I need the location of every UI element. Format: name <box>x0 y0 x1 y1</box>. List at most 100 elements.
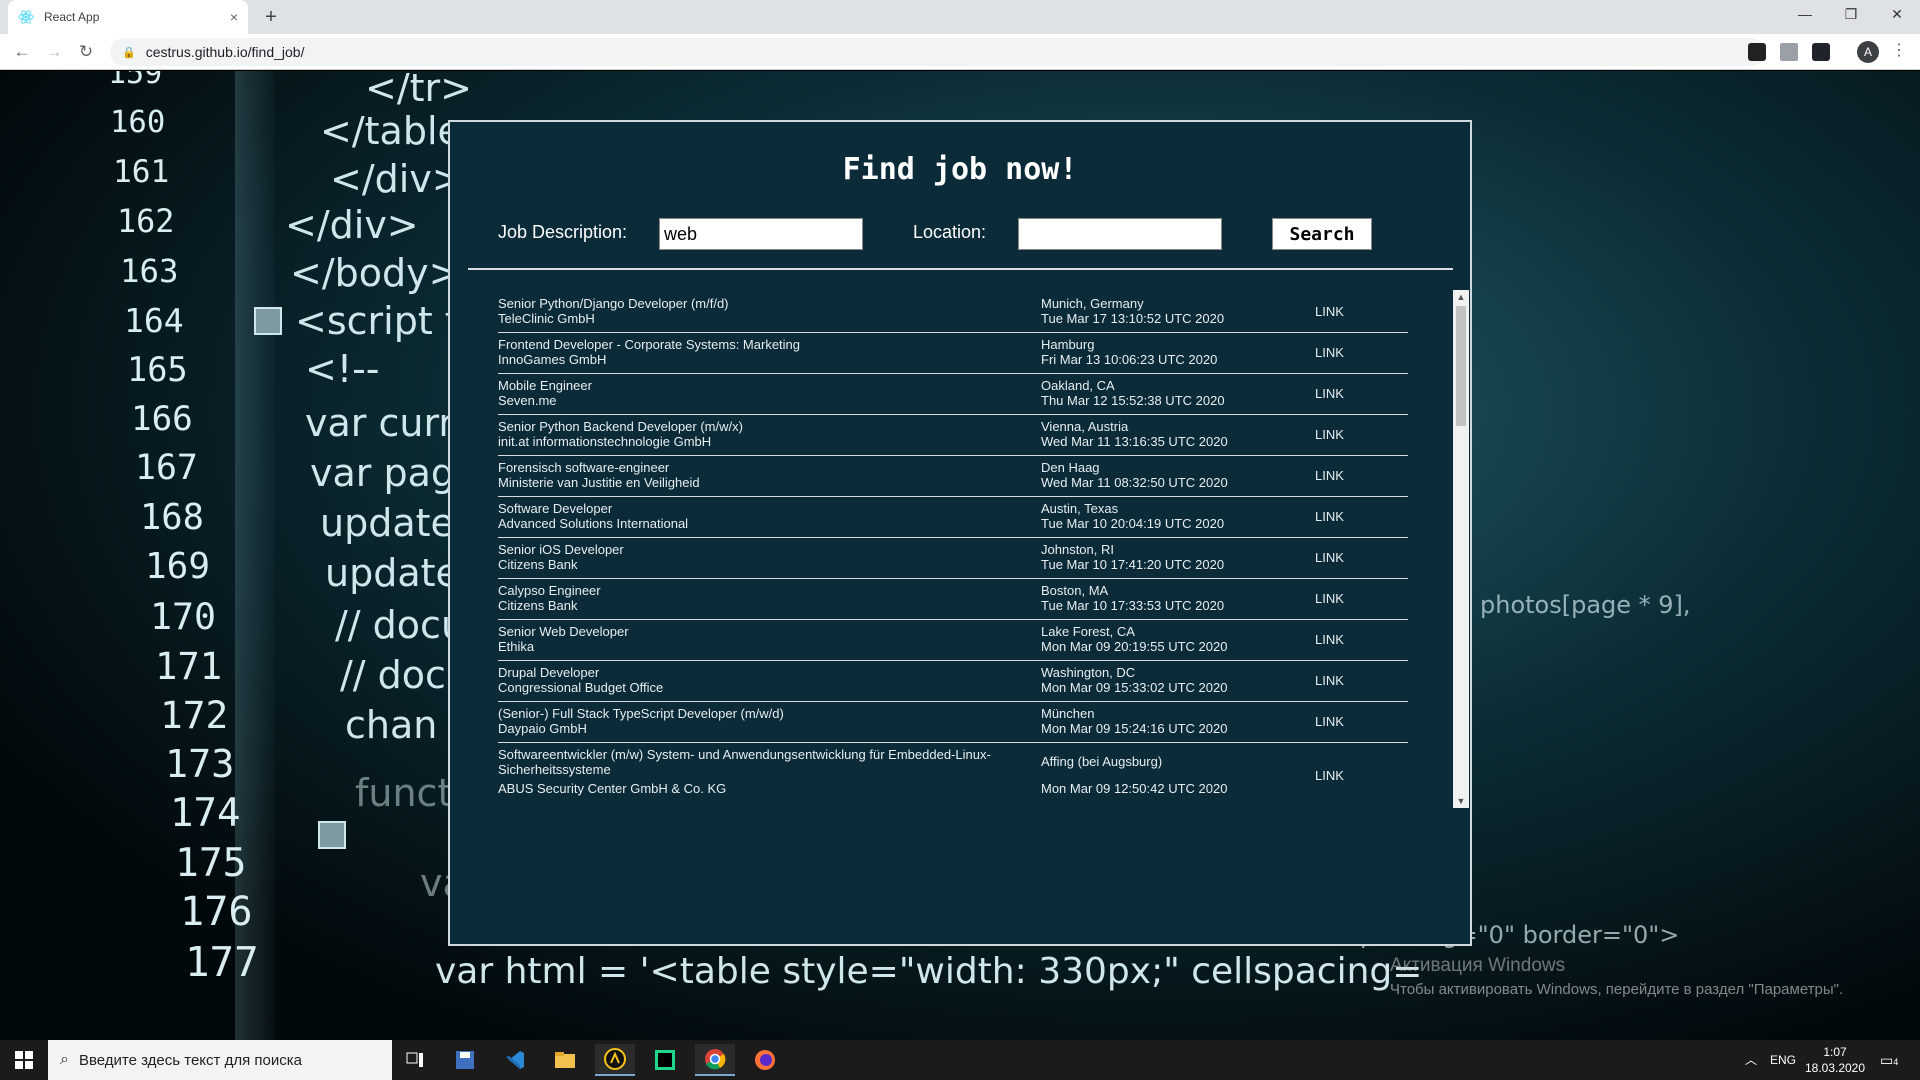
code-fragment: </tr> <box>365 71 473 110</box>
job-link[interactable]: LINK <box>1315 591 1344 606</box>
code-fragment: </table <box>320 109 461 153</box>
notification-icon[interactable]: ▭4 <box>1880 1040 1898 1080</box>
reload-icon[interactable]: ↻ <box>74 40 98 64</box>
job-company: InnoGames GmbH <box>498 352 607 367</box>
tab-title: React App <box>44 10 100 24</box>
code-line-number: 168 <box>140 497 204 538</box>
job-date: Tue Mar 10 20:04:19 UTC 2020 <box>1041 516 1225 531</box>
job-title: Softwareentwickler (m/w) System- und Anw… <box>498 747 991 777</box>
chrome-icon[interactable] <box>695 1044 735 1076</box>
extension-jb-icon[interactable] <box>1748 43 1766 61</box>
clock-date: 18.03.2020 <box>1804 1061 1866 1075</box>
job-location: Vienna, Austria <box>1041 419 1129 434</box>
code-fragment: update <box>325 551 459 595</box>
job-row: (Senior-) Full Stack TypeScript Develope… <box>498 702 1408 743</box>
job-date: Mon Mar 09 12:50:42 UTC 2020 <box>1041 781 1228 796</box>
firefox-icon[interactable] <box>745 1044 785 1076</box>
scroll-thumb[interactable] <box>1456 306 1466 426</box>
job-date: Fri Mar 13 10:06:23 UTC 2020 <box>1041 352 1218 367</box>
code-line-number: 172 <box>160 693 229 737</box>
job-location: Hamburg <box>1041 337 1095 352</box>
code-line-number: 177 <box>185 938 259 986</box>
job-link[interactable]: LINK <box>1315 386 1344 401</box>
clock[interactable]: 1:07 18.03.2020 <box>1800 1044 1870 1076</box>
job-link[interactable]: LINK <box>1315 468 1344 483</box>
minimize-button[interactable]: — <box>1782 0 1828 30</box>
tab-bar: React App × + — ❐ ✕ <box>0 0 1920 34</box>
code-fragment: </div> <box>285 203 419 247</box>
job-title: Calypso Engineer <box>498 583 601 598</box>
taskbar-search[interactable]: ⌕ Введите здесь текст для поиска <box>48 1040 392 1080</box>
webstorm-icon[interactable] <box>645 1044 685 1076</box>
job-company: Citizens Bank <box>498 557 578 572</box>
code-line-number: 165 <box>127 350 188 389</box>
job-link[interactable]: LINK <box>1315 768 1344 783</box>
job-link[interactable]: LINK <box>1315 345 1344 360</box>
job-title: Forensisch software-engineer <box>498 460 670 475</box>
notification-count: 4 <box>1893 1057 1899 1067</box>
code-line-number: 163 <box>120 252 179 290</box>
job-location: Oakland, CA <box>1041 378 1115 393</box>
job-date: Thu Mar 12 15:52:38 UTC 2020 <box>1041 393 1225 408</box>
job-list-scrollbar[interactable]: ▲ ▼ <box>1453 290 1469 808</box>
profile-avatar[interactable]: A <box>1857 41 1879 63</box>
tray-overflow-icon[interactable]: ︿ <box>1745 1040 1757 1080</box>
code-line-number: 174 <box>170 791 241 836</box>
browser-tab[interactable]: React App × <box>8 0 248 34</box>
search-button[interactable]: Search <box>1272 218 1372 250</box>
file-explorer-icon[interactable] <box>545 1044 585 1076</box>
job-date: Tue Mar 10 17:33:53 UTC 2020 <box>1041 598 1225 613</box>
job-title: Senior Python Backend Developer (m/w/x) <box>498 419 743 434</box>
job-title: Senior Web Developer <box>498 624 629 639</box>
code-line-number: 171 <box>155 644 223 688</box>
job-row: Mobile Engineer Seven.me Oakland, CA Thu Ma… <box>498 374 1408 415</box>
task-view-icon[interactable] <box>395 1044 435 1076</box>
job-link[interactable]: LINK <box>1315 427 1344 442</box>
start-button[interactable] <box>0 1040 48 1080</box>
address-bar[interactable]: 🔒 cestrus.github.io/find_job/ ☆ <box>110 38 1830 66</box>
taskbar-search-placeholder: Введите здесь текст для поиска <box>78 1051 302 1069</box>
location-label: Location: <box>913 222 987 242</box>
code-line-number: 169 <box>145 546 211 587</box>
back-icon[interactable]: ← <box>10 40 34 64</box>
job-location: Den Haag <box>1041 460 1100 475</box>
job-row: Forensisch software-engineer Ministerie v… <box>498 456 1408 497</box>
cursor-app-icon[interactable] <box>595 1044 635 1076</box>
code-fragment: chan <box>345 703 438 747</box>
job-title: (Senior-) Full Stack TypeScript Develope… <box>498 706 784 721</box>
code-line-number: 167 <box>135 448 198 488</box>
scroll-up-arrow-icon[interactable]: ▲ <box>1453 290 1469 304</box>
fold-icon <box>254 307 282 335</box>
job-date: Mon Mar 09 20:19:55 UTC 2020 <box>1041 639 1228 654</box>
job-link[interactable]: LINK <box>1315 550 1344 565</box>
save-app-icon[interactable] <box>445 1044 485 1076</box>
language-indicator[interactable]: ENG <box>1770 1040 1796 1080</box>
job-row: Calypso Engineer Citizens Bank Boston, MA T… <box>498 579 1408 620</box>
window-close-button[interactable]: ✕ <box>1874 0 1920 30</box>
restore-button[interactable]: ❐ <box>1828 0 1874 30</box>
job-company: Seven.me <box>498 393 557 408</box>
code-fragment: photos[page * 9], <box>1480 591 1691 619</box>
job-description-input[interactable] <box>659 218 863 250</box>
job-list: Senior Python/Django Developer (m/f/d) Te… <box>468 292 1453 802</box>
job-link[interactable]: LINK <box>1315 673 1344 688</box>
extension-react-icon[interactable] <box>1812 43 1830 61</box>
job-company: Congressional Budget Office <box>498 680 664 695</box>
vscode-icon[interactable] <box>495 1044 535 1076</box>
close-tab-icon[interactable]: × <box>230 9 238 25</box>
extension-vue-icon[interactable] <box>1780 43 1798 61</box>
activation-watermark-title: Активация Windows <box>1390 955 1566 976</box>
job-link[interactable]: LINK <box>1315 509 1344 524</box>
job-location: Washington, DC <box>1041 665 1136 680</box>
new-tab-button[interactable]: + <box>258 4 284 30</box>
menu-kebab-icon[interactable]: ⋮ <box>1891 40 1907 60</box>
job-link[interactable]: LINK <box>1315 304 1344 319</box>
forward-icon[interactable]: → <box>42 40 66 64</box>
code-line-number: 164 <box>124 301 184 340</box>
job-link[interactable]: LINK <box>1315 632 1344 647</box>
location-input[interactable] <box>1018 218 1222 250</box>
job-link[interactable]: LINK <box>1315 714 1344 729</box>
job-title: Software Developer <box>498 501 613 516</box>
scroll-down-arrow-icon[interactable]: ▼ <box>1453 794 1469 808</box>
divider <box>468 268 1453 270</box>
